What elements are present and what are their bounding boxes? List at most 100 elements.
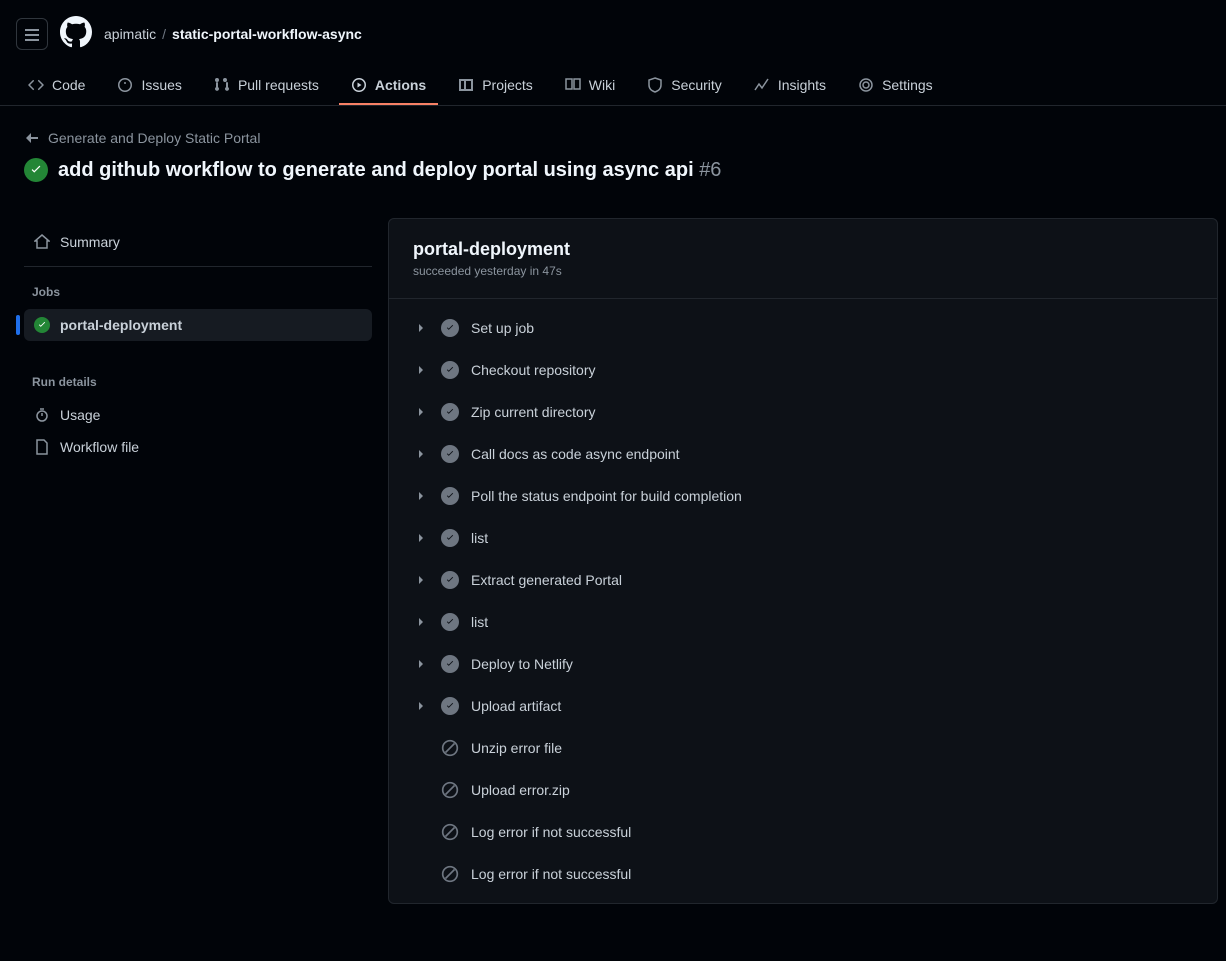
projects-icon	[458, 77, 474, 93]
global-header: apimatic / static-portal-workflow-async	[0, 0, 1226, 67]
stopwatch-icon	[34, 407, 50, 423]
check-icon	[441, 529, 459, 547]
step-label: list	[471, 530, 488, 546]
gear-icon	[858, 77, 874, 93]
tab-projects[interactable]: Projects	[446, 67, 545, 105]
job-step[interactable]: Zip current directory	[389, 391, 1217, 433]
tab-insights[interactable]: Insights	[742, 67, 838, 105]
tab-label: Code	[52, 77, 85, 93]
check-icon	[441, 571, 459, 589]
wiki-icon	[565, 77, 581, 93]
skip-icon	[441, 781, 459, 799]
check-icon	[441, 319, 459, 337]
job-step[interactable]: list	[389, 601, 1217, 643]
file-icon	[34, 439, 50, 455]
run-number: #6	[699, 159, 721, 181]
sidebar-heading-run-details: Run details	[24, 365, 372, 399]
run-title-row: add github workflow to generate and depl…	[24, 158, 1202, 182]
job-step[interactable]: list	[389, 517, 1217, 559]
job-step[interactable]: Poll the status endpoint for build compl…	[389, 475, 1217, 517]
check-icon	[441, 613, 459, 631]
sidebar-item-label: Summary	[60, 234, 120, 250]
step-label: Set up job	[471, 320, 534, 336]
tab-actions[interactable]: Actions	[339, 67, 438, 105]
check-icon	[441, 487, 459, 505]
status-success-icon	[34, 317, 50, 333]
sidebar-item-summary[interactable]: Summary	[24, 226, 372, 258]
sidebar-item-usage[interactable]: Usage	[24, 399, 372, 431]
skip-icon	[441, 739, 459, 757]
back-link[interactable]: Generate and Deploy Static Portal	[24, 130, 1202, 146]
page-heading: Generate and Deploy Static Portal add gi…	[0, 106, 1226, 194]
job-title: portal-deployment	[413, 239, 1193, 260]
job-step: Upload error.zip	[389, 769, 1217, 811]
github-icon	[60, 16, 92, 48]
job-step[interactable]: Deploy to Netlify	[389, 643, 1217, 685]
run-title: add github workflow to generate and depl…	[58, 159, 694, 181]
step-label: Upload error.zip	[471, 782, 570, 798]
job-step[interactable]: Checkout repository	[389, 349, 1217, 391]
job-step: Log error if not successful	[389, 853, 1217, 895]
insights-icon	[754, 77, 770, 93]
job-panel: portal-deployment succeeded yesterday in…	[388, 218, 1218, 904]
tab-issues[interactable]: Issues	[105, 67, 193, 105]
check-icon	[441, 697, 459, 715]
shield-icon	[647, 77, 663, 93]
step-label: Checkout repository	[471, 362, 596, 378]
job-step[interactable]: Upload artifact	[389, 685, 1217, 727]
step-label: Extract generated Portal	[471, 572, 622, 588]
sidebar-item-workflow-file[interactable]: Workflow file	[24, 431, 372, 463]
step-label: Log error if not successful	[471, 866, 631, 882]
job-step[interactable]: Extract generated Portal	[389, 559, 1217, 601]
page-title: add github workflow to generate and depl…	[58, 159, 721, 182]
job-step: Log error if not successful	[389, 811, 1217, 853]
tab-code[interactable]: Code	[16, 67, 97, 105]
job-step: Unzip error file	[389, 727, 1217, 769]
sidebar: Summary Jobs portal-deployment Run detai…	[8, 218, 388, 904]
tab-label: Wiki	[589, 77, 615, 93]
job-step[interactable]: Call docs as code async endpoint	[389, 433, 1217, 475]
step-label: Zip current directory	[471, 404, 595, 420]
breadcrumb-repo[interactable]: static-portal-workflow-async	[172, 26, 362, 42]
job-step[interactable]: Set up job	[389, 307, 1217, 349]
check-icon	[441, 361, 459, 379]
breadcrumb: apimatic / static-portal-workflow-async	[104, 26, 362, 42]
tab-label: Issues	[141, 77, 181, 93]
job-subtitle: succeeded yesterday in 47s	[413, 264, 1193, 278]
breadcrumb-separator: /	[162, 26, 166, 42]
code-icon	[28, 77, 44, 93]
tab-label: Settings	[882, 77, 933, 93]
check-icon	[441, 403, 459, 421]
job-steps: Set up job Checkout repository Zip current…	[389, 299, 1217, 903]
step-label: Unzip error file	[471, 740, 562, 756]
skip-icon	[441, 865, 459, 883]
actions-icon	[351, 77, 367, 93]
tab-wiki[interactable]: Wiki	[553, 67, 627, 105]
check-icon	[441, 655, 459, 673]
sidebar-item-job[interactable]: portal-deployment	[24, 309, 372, 341]
sidebar-item-label: Usage	[60, 407, 100, 423]
job-header: portal-deployment succeeded yesterday in…	[389, 219, 1217, 299]
breadcrumb-owner[interactable]: apimatic	[104, 26, 156, 42]
step-label: Upload artifact	[471, 698, 561, 714]
step-label: Call docs as code async endpoint	[471, 446, 680, 462]
sidebar-heading-jobs: Jobs	[24, 275, 372, 309]
issues-icon	[117, 77, 133, 93]
arrow-left-icon	[24, 130, 40, 146]
tab-pull-requests[interactable]: Pull requests	[202, 67, 331, 105]
github-logo[interactable]	[60, 16, 92, 51]
tab-label: Projects	[482, 77, 533, 93]
step-label: Deploy to Netlify	[471, 656, 573, 672]
skip-icon	[441, 823, 459, 841]
hamburger-icon	[24, 26, 40, 42]
step-label: Log error if not successful	[471, 824, 631, 840]
home-icon	[34, 234, 50, 250]
back-link-label: Generate and Deploy Static Portal	[48, 130, 260, 146]
status-success-icon	[24, 158, 48, 182]
tab-security[interactable]: Security	[635, 67, 734, 105]
tab-settings[interactable]: Settings	[846, 67, 945, 105]
tab-label: Actions	[375, 77, 426, 93]
hamburger-menu-button[interactable]	[16, 18, 48, 50]
tab-label: Pull requests	[238, 77, 319, 93]
sidebar-item-label: portal-deployment	[60, 317, 182, 333]
